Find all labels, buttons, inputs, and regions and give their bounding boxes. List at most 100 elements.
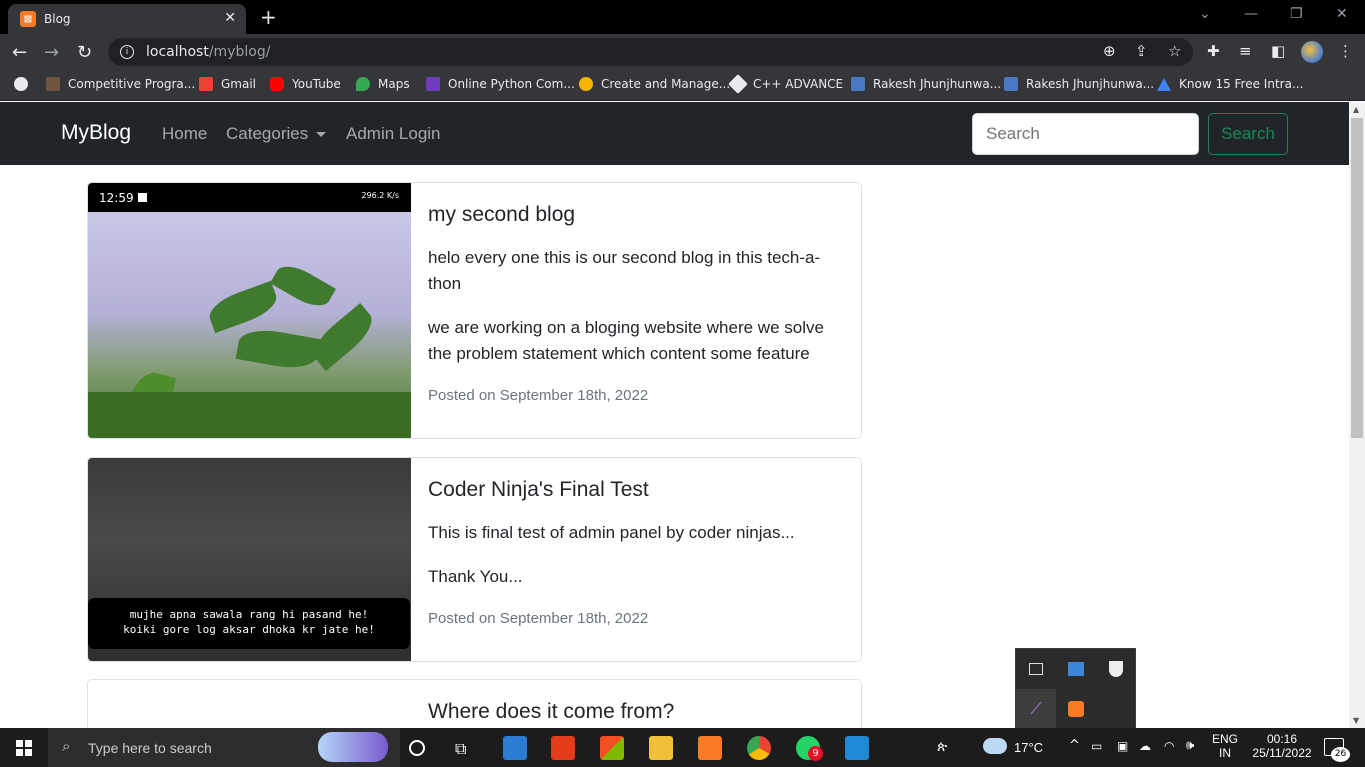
manage-icon	[579, 77, 593, 91]
tab-search-icon[interactable]: ⌄	[1199, 6, 1211, 22]
site-navbar: MyBlog Home Categories Admin Login Searc…	[0, 102, 1349, 165]
scroll-down-icon[interactable]: ▼	[1353, 716, 1359, 725]
tray-item[interactable]	[1096, 649, 1136, 689]
people-icon[interactable]: ጵ	[937, 739, 947, 755]
bookmark-star-icon[interactable]: ☆	[1168, 42, 1181, 60]
volume-icon[interactable]: 🕪	[1186, 738, 1194, 753]
store-icon[interactable]	[600, 736, 624, 760]
bookmark-item[interactable]: YouTube	[270, 77, 341, 91]
search-highlight-icon[interactable]	[318, 732, 388, 762]
chrome-icon[interactable]	[747, 736, 771, 760]
bookmark-item[interactable]: Gmail	[199, 77, 256, 91]
browser-tab[interactable]: ⊠ Blog ✕	[8, 4, 246, 34]
reload-icon[interactable]: ↻	[77, 42, 92, 63]
nav-categories[interactable]: Categories	[226, 124, 327, 144]
python-icon	[426, 77, 440, 91]
feather-icon: ⟋	[1030, 699, 1042, 718]
scroll-up-icon[interactable]: ▲	[1353, 105, 1359, 114]
zoom-icon[interactable]: ⊕	[1103, 42, 1116, 60]
bookmark-item[interactable]: Rakesh Jhunjhunwa...	[851, 77, 1001, 91]
tray-item[interactable]	[1056, 649, 1096, 689]
search-input[interactable]	[972, 113, 1199, 155]
show-hidden-icons-icon[interactable]: ^	[1069, 738, 1080, 753]
window-close-icon[interactable]: ✕	[1336, 6, 1348, 22]
bookmark-label: Gmail	[221, 77, 257, 91]
post-date: Posted on September 18th, 2022	[428, 610, 649, 627]
new-tab-button[interactable]: +	[260, 5, 277, 29]
bookmark-item[interactable]: Know 15 Free Intra...	[1157, 77, 1303, 91]
taskbar-search-placeholder: Type here to search	[88, 739, 212, 756]
forward-icon[interactable]: →	[44, 42, 59, 63]
mail-icon[interactable]	[503, 736, 527, 760]
phone-network-speed: 296.2 K/s	[361, 191, 399, 200]
post-paragraph: Thank You...	[428, 567, 523, 586]
bookmark-label: Maps	[378, 77, 410, 91]
site-brand[interactable]: MyBlog	[61, 121, 131, 145]
cortana-icon[interactable]	[409, 740, 425, 756]
post-paragraph: helo every one this is our second blog i…	[428, 248, 821, 293]
back-icon[interactable]: ←	[12, 42, 27, 63]
post-title[interactable]: Coder Ninja's Final Test	[428, 478, 845, 502]
post-title[interactable]: my second blog	[428, 203, 845, 227]
image-caption: mujhe apna sawala rang hi pasand he! koi…	[88, 598, 410, 649]
bookmark-label: Competitive Progra...	[68, 77, 196, 91]
bookmark-label: Know 15 Free Intra...	[1179, 77, 1304, 91]
bookmark-item[interactable]: Rakesh Jhunjhunwa...	[1004, 77, 1154, 91]
bookmark-item[interactable]: Online Python Com...	[426, 77, 575, 91]
extensions-icon[interactable]: ✚	[1207, 42, 1220, 60]
bookmark-label: YouTube	[292, 77, 341, 91]
site-info-icon[interactable]: i	[120, 45, 134, 59]
apps-icon[interactable]	[14, 77, 36, 91]
nav-home[interactable]: Home	[162, 124, 207, 144]
restore-icon[interactable]: ❐	[1290, 6, 1303, 22]
menu-icon[interactable]: ⋮	[1338, 42, 1353, 60]
tray-item[interactable]	[1056, 689, 1096, 729]
meet-icon[interactable]: ▣	[1117, 739, 1128, 753]
post-paragraph: This is final test of admin panel by cod…	[428, 523, 795, 542]
nav-admin-login[interactable]: Admin Login	[346, 124, 441, 144]
notification-count: 26	[1331, 747, 1350, 762]
tab-title: Blog	[44, 12, 71, 26]
tab-close-icon[interactable]: ✕	[224, 10, 236, 26]
wifi-icon[interactable]: ◠	[1164, 739, 1174, 753]
bookmark-label: Create and Manage...	[601, 77, 731, 91]
clock[interactable]: 00:16 25/11/2022	[1246, 732, 1318, 760]
windows-start-icon[interactable]	[16, 740, 32, 756]
region-code: IN	[1219, 746, 1231, 760]
share-icon[interactable]: ⇪	[1135, 42, 1148, 60]
gmail-icon	[199, 77, 213, 91]
tray-item[interactable]: ⟋	[1016, 689, 1056, 729]
task-view-icon[interactable]: ⧉	[455, 739, 466, 759]
onedrive-icon[interactable]: ☁	[1139, 739, 1151, 753]
post-title[interactable]: Where does it come from?	[428, 700, 845, 724]
address-bar[interactable]: i localhost/myblog/	[108, 38, 1193, 66]
weather-temperature[interactable]: 17°C	[1014, 740, 1043, 755]
xampp-taskbar-icon[interactable]	[698, 736, 722, 760]
taskbar-search[interactable]: ⌕ Type here to search	[48, 728, 400, 767]
bookmark-item[interactable]: Maps	[356, 77, 410, 91]
search-button[interactable]: Search	[1208, 113, 1288, 155]
scrollbar-thumb[interactable]	[1351, 118, 1363, 438]
caret-down-icon	[316, 132, 327, 138]
file-explorer-icon[interactable]	[649, 736, 673, 760]
profile-avatar[interactable]	[1301, 41, 1323, 63]
post-card: Where does it come from?	[87, 679, 862, 728]
post-date: Posted on September 18th, 2022	[428, 387, 649, 404]
bookmark-item[interactable]: C++ ADVANCE	[728, 74, 843, 94]
url-path: /myblog/	[208, 44, 271, 60]
minimize-icon[interactable]: —	[1244, 6, 1258, 22]
bookmark-item[interactable]: Create and Manage...	[579, 77, 730, 91]
bookmark-item[interactable]: Competitive Progra...	[46, 77, 195, 91]
language-indicator[interactable]: ENG IN	[1211, 732, 1239, 760]
post-body: Where does it come from?	[428, 680, 845, 724]
page-scrollbar[interactable]: ▲ ▼	[1349, 102, 1365, 728]
side-panel-icon[interactable]: ◧	[1271, 42, 1285, 60]
battery-icon[interactable]: ▭	[1091, 739, 1102, 753]
vscode-icon[interactable]	[845, 736, 869, 760]
media-icon[interactable]: ≡	[1239, 42, 1252, 60]
tray-item[interactable]	[1016, 649, 1056, 689]
bookmark-label: Online Python Com...	[448, 77, 575, 91]
cpp-icon	[728, 74, 748, 94]
office-icon[interactable]	[551, 736, 575, 760]
weather-cloud-icon[interactable]	[983, 738, 1007, 754]
